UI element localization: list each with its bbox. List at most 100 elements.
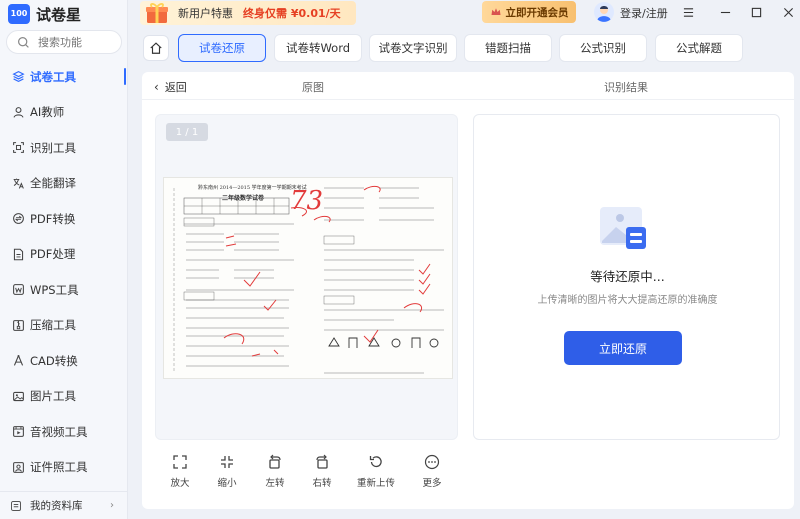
sidebar-item-label: 图片工具 xyxy=(30,389,76,404)
zoom-in-button[interactable]: 放大 xyxy=(160,454,200,489)
rotate-left-label: 左转 xyxy=(265,478,285,489)
sidebar-nav: 试卷工具 AI教师 识别工具 全能翻译 PDF转换 PDF处理 WPS工具 压缩… xyxy=(0,59,128,485)
convert-icon xyxy=(13,213,24,225)
result-heading: 识别结果 xyxy=(604,81,648,94)
maximize-icon xyxy=(751,7,761,17)
tab-exam-to-word[interactable]: 试卷转Word xyxy=(274,34,362,62)
sub-bar: ‹ 返回 原图 识别结果 xyxy=(142,72,794,100)
pdf-icon xyxy=(13,248,24,261)
sidebar-item-label: 证件照工具 xyxy=(30,460,88,475)
promo-new-user: 新用户特惠 xyxy=(178,7,233,20)
translate-icon xyxy=(13,178,24,189)
reupload-button[interactable]: 重新上传 xyxy=(356,454,396,489)
sidebar-item-label: PDF处理 xyxy=(30,247,76,262)
video-icon xyxy=(13,426,24,438)
sidebar-item-label: PDF转换 xyxy=(30,211,76,226)
home-button[interactable] xyxy=(143,35,169,61)
promo-price: 终身仅需 ¥0.01/天 xyxy=(243,7,341,20)
home-icon xyxy=(150,42,162,54)
tab-exam-restore[interactable]: 试卷还原 xyxy=(178,34,266,62)
sidebar-item-label: 全能翻译 xyxy=(30,176,76,191)
original-heading: 原图 xyxy=(302,81,324,94)
rotate-left-button[interactable]: 左转 xyxy=(255,454,295,489)
rotate-right-label: 右转 xyxy=(312,478,332,489)
sidebar-item-label: WPS工具 xyxy=(30,282,79,297)
library-icon xyxy=(11,500,21,511)
sidebar-item-image[interactable]: 图片工具 xyxy=(0,379,128,415)
top-bar: 新用户特惠 终身仅需 ¥0.01/天 立即开通会员 登录/注册 xyxy=(128,0,800,26)
original-preview: 1 / 1 黔东南州 2014—2015 学年度第一学期期末考试 二年级数学试卷… xyxy=(155,114,458,440)
zoom-in-label: 放大 xyxy=(170,478,190,489)
id-photo-icon xyxy=(13,461,24,473)
back-label: 返回 xyxy=(164,81,187,94)
sidebar-item-label: AI教师 xyxy=(30,105,65,120)
sidebar-item-compress[interactable]: 压缩工具 xyxy=(0,308,128,344)
image-icon xyxy=(13,391,24,401)
image-toolbar: 放大 缩小 左转 右转 重新上传 更多 xyxy=(160,454,450,494)
result-status: 等待还原中... xyxy=(590,269,665,284)
more-button[interactable]: 更多 xyxy=(412,454,452,489)
exam-image: 黔东南州 2014—2015 学年度第一学期期末考试 二年级数学试卷 73 xyxy=(163,177,453,379)
close-button[interactable] xyxy=(780,4,796,20)
sidebar-item-av[interactable]: 音视频工具 xyxy=(0,414,128,450)
sidebar-item-label: 试卷工具 xyxy=(30,69,76,84)
expand-icon xyxy=(173,455,187,469)
layers-icon xyxy=(12,71,25,83)
zoom-out-button[interactable]: 缩小 xyxy=(207,454,247,489)
rotate-right-button[interactable]: 右转 xyxy=(302,454,342,489)
sidebar-item-label: 压缩工具 xyxy=(30,318,76,333)
gift-icon xyxy=(146,3,168,23)
search-box[interactable] xyxy=(6,30,122,54)
sidebar-item-pdf-process[interactable]: PDF处理 xyxy=(0,237,128,273)
chevron-left-icon: ‹ xyxy=(154,80,159,94)
result-panel: 等待还原中... 上传清晰的图片将大大提高还原的准确度 立即还原 xyxy=(473,114,780,440)
zoom-out-label: 缩小 xyxy=(217,478,237,489)
compress-icon xyxy=(13,319,24,331)
sidebar-item-exam-tools[interactable]: 试卷工具 xyxy=(0,59,128,95)
promo-banner[interactable]: 新用户特惠 终身仅需 ¥0.01/天 xyxy=(140,1,356,25)
sidebar-item-label: 识别工具 xyxy=(30,140,76,155)
back-button[interactable]: ‹ 返回 xyxy=(154,79,187,95)
sidebar-item-recognition[interactable]: 识别工具 xyxy=(0,130,128,166)
cad-icon xyxy=(13,355,24,366)
vip-button-label: 立即开通会员 xyxy=(505,6,569,19)
tab-formula-solve[interactable]: 公式解题 xyxy=(655,34,743,62)
person-icon xyxy=(13,106,24,118)
sidebar-item-wps[interactable]: WPS工具 xyxy=(0,272,128,308)
crown-icon xyxy=(491,8,500,15)
maximize-button[interactable] xyxy=(748,4,764,20)
vip-button[interactable]: 立即开通会员 xyxy=(482,1,576,23)
scan-icon xyxy=(13,142,24,154)
wps-icon xyxy=(13,284,24,296)
reupload-label: 重新上传 xyxy=(356,478,395,489)
login-link[interactable]: 登录/注册 xyxy=(620,5,668,21)
result-hint: 上传清晰的图片将大大提高还原的准确度 xyxy=(537,295,718,306)
sidebar-item-cad[interactable]: CAD转换 xyxy=(0,343,128,379)
app-logo: 100 试卷星 xyxy=(8,3,81,25)
tab-formula-ocr[interactable]: 公式识别 xyxy=(559,34,647,62)
my-library[interactable]: 我的资料库 › xyxy=(0,491,128,519)
sidebar-item-ai-teacher[interactable]: AI教师 xyxy=(0,95,128,131)
menu-button[interactable] xyxy=(680,4,696,20)
page-indicator: 1 / 1 xyxy=(166,123,208,141)
minimize-icon xyxy=(720,11,730,13)
shrink-icon xyxy=(221,456,233,468)
logo-badge: 100 xyxy=(8,4,30,24)
rotate-left-icon xyxy=(269,454,281,469)
sidebar-item-pdf-convert[interactable]: PDF转换 xyxy=(0,201,128,237)
image-placeholder-icon xyxy=(600,207,646,249)
minimize-button[interactable] xyxy=(717,4,733,20)
sidebar-item-label: CAD转换 xyxy=(30,353,78,368)
chevron-right-icon: › xyxy=(110,500,114,511)
my-library-label: 我的资料库 xyxy=(30,500,83,512)
reupload-icon xyxy=(369,456,382,468)
restore-now-button[interactable]: 立即还原 xyxy=(564,331,682,365)
tab-exam-ocr[interactable]: 试卷文字识别 xyxy=(369,34,457,62)
search-input[interactable] xyxy=(38,35,118,49)
sidebar-item-translate[interactable]: 全能翻译 xyxy=(0,166,128,202)
tab-wrong-scan[interactable]: 错题扫描 xyxy=(464,34,552,62)
search-icon xyxy=(18,36,29,48)
exam-content-illustration xyxy=(173,185,444,374)
sidebar-item-id-photo[interactable]: 证件照工具 xyxy=(0,450,128,486)
avatar[interactable] xyxy=(594,2,614,22)
